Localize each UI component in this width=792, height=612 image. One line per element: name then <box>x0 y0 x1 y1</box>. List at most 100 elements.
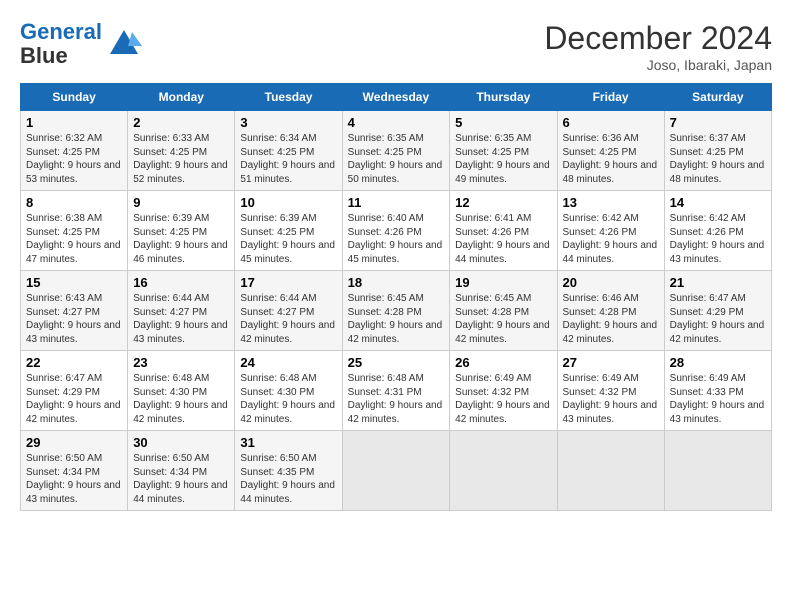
calendar-cell: 16 Sunrise: 6:44 AMSunset: 4:27 PMDaylig… <box>128 271 235 351</box>
day-info: Sunrise: 6:48 AMSunset: 4:31 PMDaylight:… <box>348 373 443 425</box>
day-number: 25 <box>348 355 445 370</box>
day-info: Sunrise: 6:47 AMSunset: 4:29 PMDaylight:… <box>26 373 121 425</box>
logo: GeneralBlue <box>20 20 142 68</box>
day-number: 27 <box>563 355 659 370</box>
calendar-cell: 31 Sunrise: 6:50 AMSunset: 4:35 PMDaylig… <box>235 431 342 511</box>
logo-icon <box>106 26 142 62</box>
title-block: December 2024 Joso, Ibaraki, Japan <box>544 20 772 73</box>
day-info: Sunrise: 6:36 AMSunset: 4:25 PMDaylight:… <box>563 133 658 185</box>
day-info: Sunrise: 6:39 AMSunset: 4:25 PMDaylight:… <box>240 213 335 265</box>
day-info: Sunrise: 6:50 AMSunset: 4:34 PMDaylight:… <box>133 453 228 505</box>
location-subtitle: Joso, Ibaraki, Japan <box>544 57 772 73</box>
day-number: 29 <box>26 435 122 450</box>
calendar-cell: 1 Sunrise: 6:32 AMSunset: 4:25 PMDayligh… <box>21 111 128 191</box>
calendar-cell: 6 Sunrise: 6:36 AMSunset: 4:25 PMDayligh… <box>557 111 664 191</box>
day-number: 16 <box>133 275 229 290</box>
weekday-header: Thursday <box>450 84 557 111</box>
day-number: 14 <box>670 195 766 210</box>
day-info: Sunrise: 6:45 AMSunset: 4:28 PMDaylight:… <box>455 293 550 345</box>
calendar-cell: 22 Sunrise: 6:47 AMSunset: 4:29 PMDaylig… <box>21 351 128 431</box>
calendar-cell: 2 Sunrise: 6:33 AMSunset: 4:25 PMDayligh… <box>128 111 235 191</box>
day-number: 24 <box>240 355 336 370</box>
day-number: 26 <box>455 355 551 370</box>
day-info: Sunrise: 6:37 AMSunset: 4:25 PMDaylight:… <box>670 133 765 185</box>
day-number: 19 <box>455 275 551 290</box>
day-number: 3 <box>240 115 336 130</box>
calendar-cell <box>342 431 450 511</box>
day-number: 15 <box>26 275 122 290</box>
day-info: Sunrise: 6:41 AMSunset: 4:26 PMDaylight:… <box>455 213 550 265</box>
day-info: Sunrise: 6:45 AMSunset: 4:28 PMDaylight:… <box>348 293 443 345</box>
day-number: 18 <box>348 275 445 290</box>
day-number: 4 <box>348 115 445 130</box>
calendar-cell: 21 Sunrise: 6:47 AMSunset: 4:29 PMDaylig… <box>664 271 771 351</box>
day-number: 5 <box>455 115 551 130</box>
calendar-cell: 15 Sunrise: 6:43 AMSunset: 4:27 PMDaylig… <box>21 271 128 351</box>
calendar-week-row: 1 Sunrise: 6:32 AMSunset: 4:25 PMDayligh… <box>21 111 772 191</box>
calendar-cell: 29 Sunrise: 6:50 AMSunset: 4:34 PMDaylig… <box>21 431 128 511</box>
day-info: Sunrise: 6:49 AMSunset: 4:32 PMDaylight:… <box>455 373 550 425</box>
day-info: Sunrise: 6:49 AMSunset: 4:33 PMDaylight:… <box>670 373 765 425</box>
day-info: Sunrise: 6:35 AMSunset: 4:25 PMDaylight:… <box>455 133 550 185</box>
calendar-table: SundayMondayTuesdayWednesdayThursdayFrid… <box>20 83 772 511</box>
day-number: 1 <box>26 115 122 130</box>
day-number: 22 <box>26 355 122 370</box>
day-info: Sunrise: 6:50 AMSunset: 4:34 PMDaylight:… <box>26 453 121 505</box>
day-number: 6 <box>563 115 659 130</box>
day-number: 8 <box>26 195 122 210</box>
weekday-header: Tuesday <box>235 84 342 111</box>
calendar-cell <box>664 431 771 511</box>
calendar-cell: 26 Sunrise: 6:49 AMSunset: 4:32 PMDaylig… <box>450 351 557 431</box>
calendar-cell: 3 Sunrise: 6:34 AMSunset: 4:25 PMDayligh… <box>235 111 342 191</box>
calendar-cell: 30 Sunrise: 6:50 AMSunset: 4:34 PMDaylig… <box>128 431 235 511</box>
calendar-cell: 9 Sunrise: 6:39 AMSunset: 4:25 PMDayligh… <box>128 191 235 271</box>
day-info: Sunrise: 6:46 AMSunset: 4:28 PMDaylight:… <box>563 293 658 345</box>
calendar-cell: 14 Sunrise: 6:42 AMSunset: 4:26 PMDaylig… <box>664 191 771 271</box>
calendar-cell: 13 Sunrise: 6:42 AMSunset: 4:26 PMDaylig… <box>557 191 664 271</box>
calendar-cell <box>450 431 557 511</box>
calendar-week-row: 29 Sunrise: 6:50 AMSunset: 4:34 PMDaylig… <box>21 431 772 511</box>
page-header: GeneralBlue December 2024 Joso, Ibaraki,… <box>20 20 772 73</box>
weekday-header: Friday <box>557 84 664 111</box>
day-number: 28 <box>670 355 766 370</box>
day-info: Sunrise: 6:38 AMSunset: 4:25 PMDaylight:… <box>26 213 121 265</box>
weekday-header: Monday <box>128 84 235 111</box>
calendar-week-row: 8 Sunrise: 6:38 AMSunset: 4:25 PMDayligh… <box>21 191 772 271</box>
day-info: Sunrise: 6:39 AMSunset: 4:25 PMDaylight:… <box>133 213 228 265</box>
calendar-cell: 25 Sunrise: 6:48 AMSunset: 4:31 PMDaylig… <box>342 351 450 431</box>
day-info: Sunrise: 6:32 AMSunset: 4:25 PMDaylight:… <box>26 133 121 185</box>
day-info: Sunrise: 6:40 AMSunset: 4:26 PMDaylight:… <box>348 213 443 265</box>
calendar-cell: 10 Sunrise: 6:39 AMSunset: 4:25 PMDaylig… <box>235 191 342 271</box>
calendar-cell: 18 Sunrise: 6:45 AMSunset: 4:28 PMDaylig… <box>342 271 450 351</box>
weekday-header: Saturday <box>664 84 771 111</box>
month-title: December 2024 <box>544 20 772 57</box>
day-number: 23 <box>133 355 229 370</box>
day-number: 20 <box>563 275 659 290</box>
weekday-header: Wednesday <box>342 84 450 111</box>
logo-text: GeneralBlue <box>20 20 102 68</box>
calendar-cell <box>557 431 664 511</box>
day-info: Sunrise: 6:42 AMSunset: 4:26 PMDaylight:… <box>670 213 765 265</box>
calendar-cell: 19 Sunrise: 6:45 AMSunset: 4:28 PMDaylig… <box>450 271 557 351</box>
day-info: Sunrise: 6:33 AMSunset: 4:25 PMDaylight:… <box>133 133 228 185</box>
day-info: Sunrise: 6:34 AMSunset: 4:25 PMDaylight:… <box>240 133 335 185</box>
day-info: Sunrise: 6:48 AMSunset: 4:30 PMDaylight:… <box>240 373 335 425</box>
day-number: 12 <box>455 195 551 210</box>
day-number: 21 <box>670 275 766 290</box>
calendar-cell: 12 Sunrise: 6:41 AMSunset: 4:26 PMDaylig… <box>450 191 557 271</box>
day-info: Sunrise: 6:44 AMSunset: 4:27 PMDaylight:… <box>240 293 335 345</box>
day-info: Sunrise: 6:43 AMSunset: 4:27 PMDaylight:… <box>26 293 121 345</box>
day-number: 31 <box>240 435 336 450</box>
calendar-cell: 23 Sunrise: 6:48 AMSunset: 4:30 PMDaylig… <box>128 351 235 431</box>
day-info: Sunrise: 6:44 AMSunset: 4:27 PMDaylight:… <box>133 293 228 345</box>
calendar-cell: 5 Sunrise: 6:35 AMSunset: 4:25 PMDayligh… <box>450 111 557 191</box>
day-info: Sunrise: 6:49 AMSunset: 4:32 PMDaylight:… <box>563 373 658 425</box>
weekday-header: Sunday <box>21 84 128 111</box>
calendar-cell: 20 Sunrise: 6:46 AMSunset: 4:28 PMDaylig… <box>557 271 664 351</box>
calendar-cell: 17 Sunrise: 6:44 AMSunset: 4:27 PMDaylig… <box>235 271 342 351</box>
day-info: Sunrise: 6:50 AMSunset: 4:35 PMDaylight:… <box>240 453 335 505</box>
day-number: 13 <box>563 195 659 210</box>
calendar-cell: 28 Sunrise: 6:49 AMSunset: 4:33 PMDaylig… <box>664 351 771 431</box>
day-number: 10 <box>240 195 336 210</box>
day-number: 2 <box>133 115 229 130</box>
